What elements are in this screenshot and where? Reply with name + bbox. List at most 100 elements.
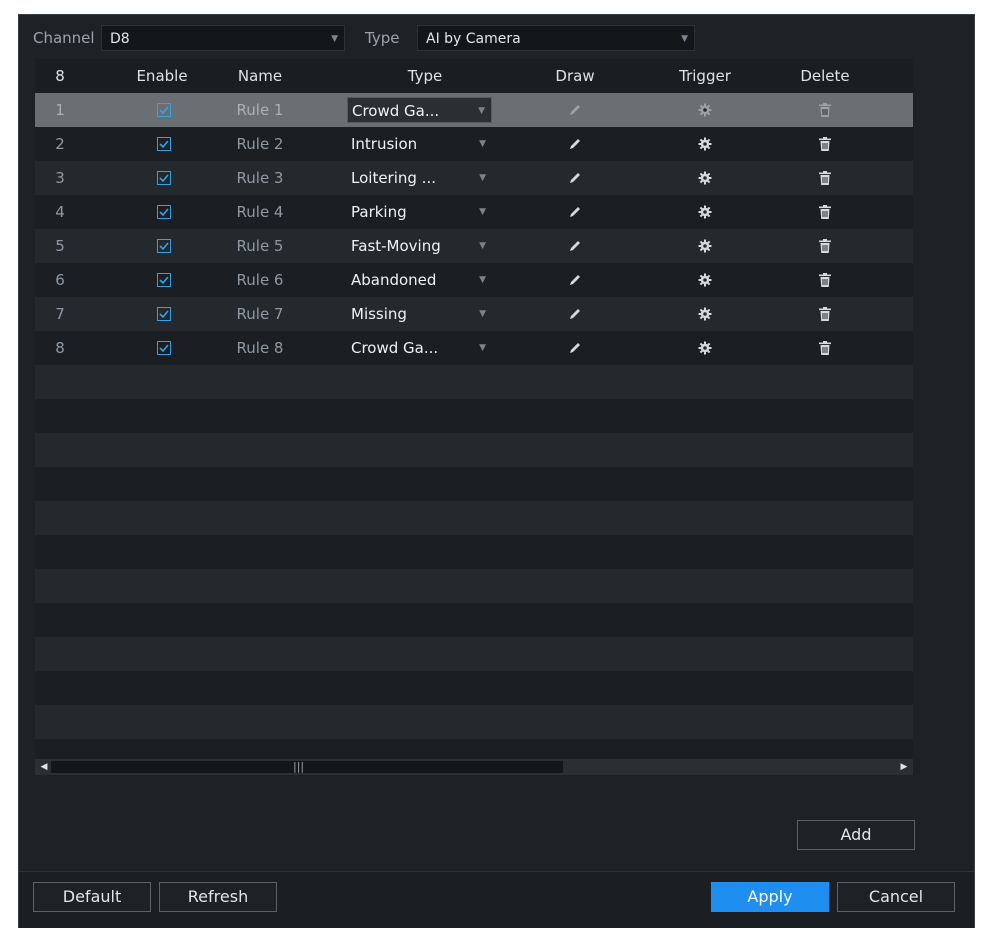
empty-row bbox=[35, 739, 913, 759]
rule-type-value: Parking bbox=[351, 203, 407, 221]
scroll-left-icon[interactable]: ◀ bbox=[37, 759, 51, 775]
chevron-down-icon: ▼ bbox=[478, 106, 485, 116]
gear-icon[interactable] bbox=[698, 273, 712, 291]
enable-checkbox[interactable] bbox=[157, 239, 171, 253]
chevron-down-icon: ▼ bbox=[331, 34, 338, 44]
enable-checkbox[interactable] bbox=[157, 171, 171, 185]
chevron-down-icon: ▼ bbox=[479, 343, 486, 353]
pencil-icon[interactable] bbox=[568, 137, 582, 155]
chevron-down-icon: ▼ bbox=[479, 241, 486, 251]
chevron-down-icon: ▼ bbox=[479, 173, 486, 183]
empty-row bbox=[35, 569, 913, 603]
pencil-icon[interactable] bbox=[568, 341, 582, 359]
rule-name: Rule 4 bbox=[236, 203, 284, 221]
trash-icon[interactable] bbox=[819, 137, 831, 155]
rule-type-value: Loitering ... bbox=[351, 169, 436, 187]
smart-plan-panel: Channel D8 ▼ Type AI by Camera ▼ 8 Enabl… bbox=[18, 14, 975, 928]
trash-icon[interactable] bbox=[819, 103, 831, 121]
empty-row bbox=[35, 603, 913, 637]
chevron-down-icon: ▼ bbox=[479, 309, 486, 319]
gear-icon[interactable] bbox=[698, 103, 712, 121]
col-enable: Enable bbox=[136, 67, 188, 85]
rule-name: Rule 3 bbox=[236, 169, 284, 187]
channel-label: Channel bbox=[33, 29, 95, 47]
chevron-down-icon: ▼ bbox=[681, 34, 688, 44]
horizontal-scrollbar[interactable]: ◀ ||| ▶ bbox=[35, 759, 913, 775]
rule-type-value: Fast-Moving bbox=[351, 237, 441, 255]
chevron-down-icon: ▼ bbox=[479, 139, 486, 149]
rule-type-select[interactable]: Abandoned ▼ bbox=[347, 267, 492, 293]
pencil-icon[interactable] bbox=[568, 239, 582, 257]
col-count: 8 bbox=[55, 67, 65, 85]
trash-icon[interactable] bbox=[819, 307, 831, 325]
gear-icon[interactable] bbox=[698, 341, 712, 359]
row-number: 8 bbox=[55, 339, 65, 357]
apply-button[interactable]: Apply bbox=[711, 882, 829, 912]
rule-type-select[interactable]: Loitering ... ▼ bbox=[347, 165, 492, 191]
gear-icon[interactable] bbox=[698, 137, 712, 155]
channel-select[interactable]: D8 ▼ bbox=[101, 25, 345, 51]
row-number: 6 bbox=[55, 271, 65, 289]
table-row[interactable]: 2 Rule 2 Intrusion ▼ bbox=[35, 127, 913, 161]
enable-checkbox[interactable] bbox=[157, 205, 171, 219]
gear-icon[interactable] bbox=[698, 239, 712, 257]
rule-type-select[interactable]: Intrusion ▼ bbox=[347, 131, 492, 157]
cancel-button[interactable]: Cancel bbox=[837, 882, 955, 912]
rule-type-select[interactable]: Parking ▼ bbox=[347, 199, 492, 225]
trash-icon[interactable] bbox=[819, 239, 831, 257]
empty-row bbox=[35, 433, 913, 467]
rule-type-select[interactable]: Crowd Ga... ▼ bbox=[347, 97, 492, 123]
add-button[interactable]: Add bbox=[797, 820, 915, 850]
gear-icon[interactable] bbox=[698, 205, 712, 223]
enable-checkbox[interactable] bbox=[157, 273, 171, 287]
trash-icon[interactable] bbox=[819, 341, 831, 359]
enable-checkbox[interactable] bbox=[157, 137, 171, 151]
default-button[interactable]: Default bbox=[33, 882, 151, 912]
col-type: Type bbox=[407, 67, 443, 85]
trash-icon[interactable] bbox=[819, 171, 831, 189]
pencil-icon[interactable] bbox=[568, 205, 582, 223]
rule-name: Rule 7 bbox=[236, 305, 284, 323]
trash-icon[interactable] bbox=[819, 273, 831, 291]
table-row[interactable]: 3 Rule 3 Loitering ... ▼ bbox=[35, 161, 913, 195]
enable-checkbox[interactable] bbox=[157, 103, 171, 117]
channel-value: D8 bbox=[110, 31, 130, 47]
rule-name: Rule 6 bbox=[236, 271, 284, 289]
rule-type-select[interactable]: Crowd Ga... ▼ bbox=[347, 335, 492, 361]
rule-type-value: Intrusion bbox=[351, 135, 418, 153]
rule-name: Rule 8 bbox=[236, 339, 284, 357]
pencil-icon[interactable] bbox=[568, 273, 582, 291]
table-header: 8 Enable Name Type Draw Trigger Delete bbox=[35, 59, 913, 93]
table-row[interactable]: 6 Rule 6 Abandoned ▼ bbox=[35, 263, 913, 297]
pencil-icon[interactable] bbox=[568, 171, 582, 189]
table-row[interactable]: 8 Rule 8 Crowd Ga... ▼ bbox=[35, 331, 913, 365]
empty-row bbox=[35, 467, 913, 501]
footer-bar: Default Refresh Apply Cancel bbox=[19, 871, 974, 928]
gear-icon[interactable] bbox=[698, 307, 712, 325]
refresh-button[interactable]: Refresh bbox=[159, 882, 277, 912]
scrollbar-thumb[interactable] bbox=[51, 761, 563, 773]
table-row[interactable]: 4 Rule 4 Parking ▼ bbox=[35, 195, 913, 229]
enable-checkbox[interactable] bbox=[157, 341, 171, 355]
col-delete: Delete bbox=[800, 67, 850, 85]
empty-row bbox=[35, 501, 913, 535]
rule-name: Rule 2 bbox=[236, 135, 284, 153]
table-row[interactable]: 1 Rule 1 Crowd Ga... ▼ bbox=[35, 93, 913, 127]
table-row[interactable]: 5 Rule 5 Fast-Moving ▼ bbox=[35, 229, 913, 263]
rule-type-select[interactable]: Missing ▼ bbox=[347, 301, 492, 327]
empty-row bbox=[35, 365, 913, 399]
scroll-right-icon[interactable]: ▶ bbox=[897, 759, 911, 775]
row-number: 5 bbox=[55, 237, 65, 255]
type-select[interactable]: AI by Camera ▼ bbox=[417, 25, 695, 51]
gear-icon[interactable] bbox=[698, 171, 712, 189]
pencil-icon[interactable] bbox=[568, 307, 582, 325]
rule-type-select[interactable]: Fast-Moving ▼ bbox=[347, 233, 492, 259]
enable-checkbox[interactable] bbox=[157, 307, 171, 321]
empty-row bbox=[35, 535, 913, 569]
table-row[interactable]: 7 Rule 7 Missing ▼ bbox=[35, 297, 913, 331]
type-value: AI by Camera bbox=[426, 31, 521, 47]
row-number: 3 bbox=[55, 169, 65, 187]
pencil-icon[interactable] bbox=[568, 103, 582, 121]
col-draw: Draw bbox=[555, 67, 595, 85]
trash-icon[interactable] bbox=[819, 205, 831, 223]
